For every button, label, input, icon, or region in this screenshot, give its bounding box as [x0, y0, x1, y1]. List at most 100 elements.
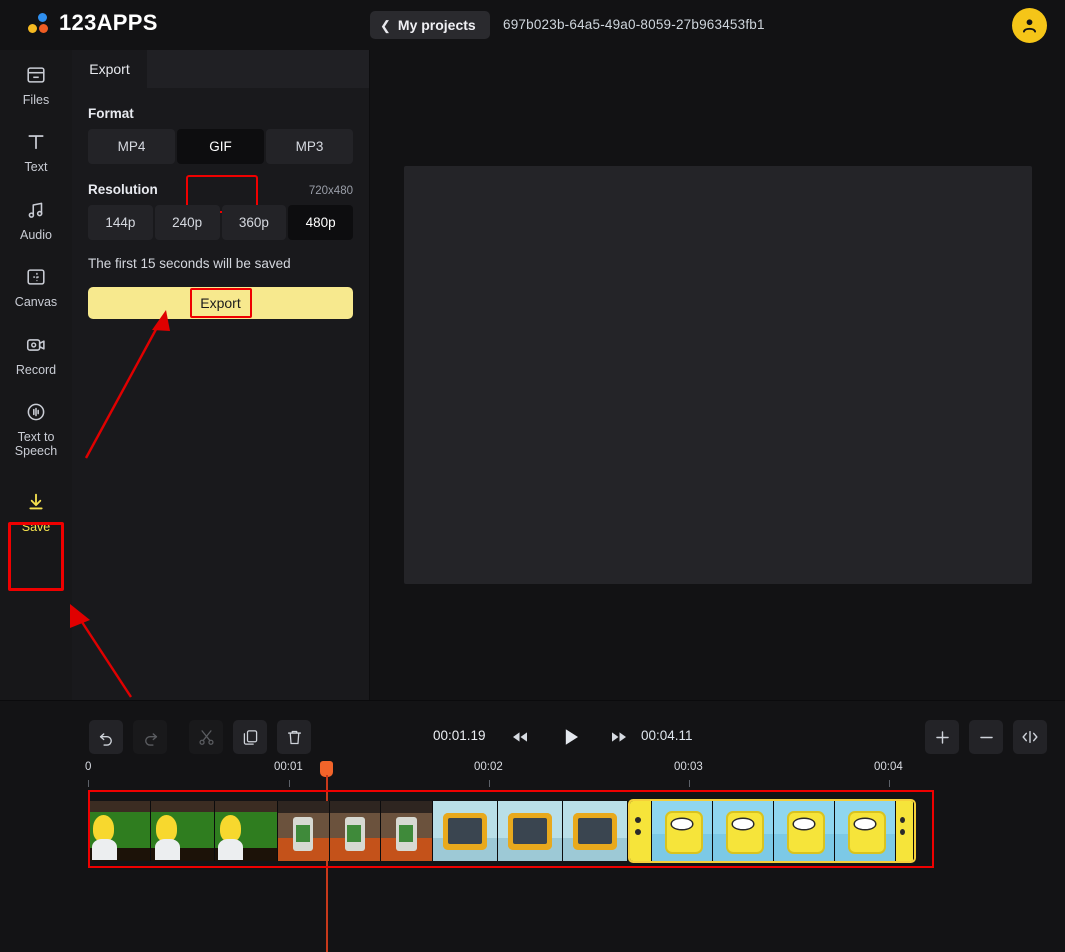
export-note: The first 15 seconds will be saved	[88, 256, 291, 271]
undo-button[interactable]	[89, 720, 123, 754]
text-icon	[28, 135, 44, 150]
timeline-track[interactable]	[88, 795, 934, 867]
fit-to-width-icon	[1022, 730, 1038, 744]
sidebar-item-label: Audio	[20, 227, 52, 242]
copy-icon	[243, 729, 257, 745]
clip-frame	[151, 801, 215, 861]
format-option-mp4[interactable]: MP4	[88, 129, 175, 164]
sidebar-item-record[interactable]: Record	[0, 320, 72, 387]
export-panel: Export Format MP4 GIF MP3 Resolution 720…	[72, 50, 370, 700]
sidebar-item-files[interactable]: Files	[0, 50, 72, 117]
canvas-icon	[27, 269, 45, 285]
delete-button[interactable]	[277, 720, 311, 754]
ruler-label: 00:01	[274, 761, 303, 773]
table-row[interactable]	[88, 801, 278, 861]
preview-canvas[interactable]	[404, 166, 1032, 584]
cut-button[interactable]	[189, 720, 223, 754]
rewind-icon	[513, 732, 527, 742]
play-icon	[565, 729, 578, 745]
redo-icon	[144, 732, 157, 746]
sidebar-item-label: Files	[22, 93, 50, 107]
clip-frame	[381, 801, 433, 861]
audio-note-icon	[28, 202, 43, 218]
resolution-option-480p[interactable]: 480p	[288, 205, 353, 240]
ruler-label: 0	[85, 761, 92, 773]
panel-tabbar: Export	[72, 50, 369, 88]
format-option-mp3[interactable]: MP3	[266, 129, 353, 164]
zoom-out-button[interactable]	[969, 720, 1003, 754]
export-button-label: Export	[200, 295, 241, 311]
ruler-label: 00:03	[674, 761, 703, 773]
clip-frames	[88, 801, 278, 861]
resolution-option-360p[interactable]: 360p	[221, 205, 287, 240]
format-section-title: Format	[88, 106, 134, 121]
logo-dots-icon	[28, 12, 50, 34]
sidebar-item-label: Record	[15, 362, 57, 377]
clip-frames	[433, 801, 628, 861]
clip-frame	[329, 801, 382, 861]
chevron-left-icon: ❮	[380, 17, 391, 33]
sidebar-item-label: Save	[21, 519, 51, 534]
clip-frame	[498, 801, 563, 861]
preview-area	[370, 50, 1065, 700]
resolution-option-240p[interactable]: 240p	[154, 205, 220, 240]
table-row[interactable]	[278, 801, 433, 861]
resolution-option-144p[interactable]: 144p	[88, 205, 153, 240]
fit-to-width-button[interactable]	[1013, 720, 1047, 754]
export-button[interactable]: Export	[88, 287, 353, 319]
format-option-gif[interactable]: GIF	[177, 129, 264, 164]
record-camera-icon	[26, 338, 45, 351]
zoom-out-icon	[979, 736, 993, 738]
ruler-label: 00:04	[874, 761, 903, 773]
scissors-cut-icon	[198, 729, 214, 745]
timeline-toolbar: 00:01.19 00:04.11	[0, 701, 1065, 757]
sidebar-item-canvas[interactable]: Canvas	[0, 252, 72, 319]
my-projects-button[interactable]: ❮ My projects	[370, 11, 490, 39]
sidebar-item-audio[interactable]: Audio	[0, 185, 72, 252]
logo-text: 123APPS	[59, 10, 158, 35]
sidebar-item-text-to-speech[interactable]: Text to Speech	[0, 387, 72, 469]
video-editor-app: 123APPS ❮ My projects 697b023b-64a5-49a0…	[0, 0, 1065, 952]
resolution-dimensions: 720x480	[308, 185, 353, 197]
zoom-in-button[interactable]	[925, 720, 959, 754]
clip-frame	[630, 801, 652, 861]
redo-button[interactable]	[133, 720, 167, 754]
rewind-button[interactable]	[506, 723, 534, 751]
app-header: 123APPS ❮ My projects 697b023b-64a5-49a0…	[0, 0, 1065, 50]
avatar[interactable]	[1012, 8, 1047, 43]
download-save-icon	[29, 493, 43, 509]
clip-frame	[214, 801, 278, 861]
timeline-ruler[interactable]: 0 00:01 00:02 00:03 00:04	[0, 759, 1065, 787]
resolution-header: Resolution 720x480	[88, 182, 353, 197]
clip-frames	[278, 801, 433, 861]
project-id-label: 697b023b-64a5-49a0-8059-27b963453fb1	[503, 17, 765, 32]
fast-forward-icon	[612, 732, 626, 742]
my-projects-label: My projects	[397, 17, 476, 33]
brand-logo[interactable]: 123APPS	[28, 10, 158, 36]
tab-export[interactable]: Export	[72, 50, 147, 88]
timeline-section: 00:01.19 00:04.11 0 00:01 00:02 00:03 00…	[0, 700, 1065, 952]
format-options: MP4 GIF MP3	[88, 129, 353, 164]
sidebar-item-label: Text to Speech	[14, 429, 58, 459]
resolution-section-title: Resolution	[88, 182, 158, 197]
current-time-label: 00:01.19	[433, 728, 486, 743]
clip-frame	[88, 801, 152, 861]
sidebar-item-text[interactable]: Text	[0, 117, 72, 184]
undo-icon	[99, 732, 112, 746]
fast-forward-button[interactable]	[605, 723, 633, 751]
trash-delete-icon	[287, 730, 301, 744]
text-to-speech-icon	[27, 403, 45, 421]
sidebar-item-label: Text	[24, 160, 48, 175]
clip-frame	[835, 801, 896, 861]
play-button[interactable]	[556, 722, 586, 752]
table-row[interactable]	[628, 799, 916, 863]
copy-button[interactable]	[233, 720, 267, 754]
table-row[interactable]	[433, 801, 628, 861]
clip-frame	[433, 801, 498, 861]
user-avatar-icon	[1022, 19, 1037, 33]
clip-frame	[713, 801, 774, 861]
sidebar-item-save[interactable]: Save	[0, 477, 72, 544]
resolution-options: 144p 240p 360p 480p	[88, 205, 353, 240]
clip-frame	[278, 801, 330, 861]
clip-frame	[774, 801, 835, 861]
